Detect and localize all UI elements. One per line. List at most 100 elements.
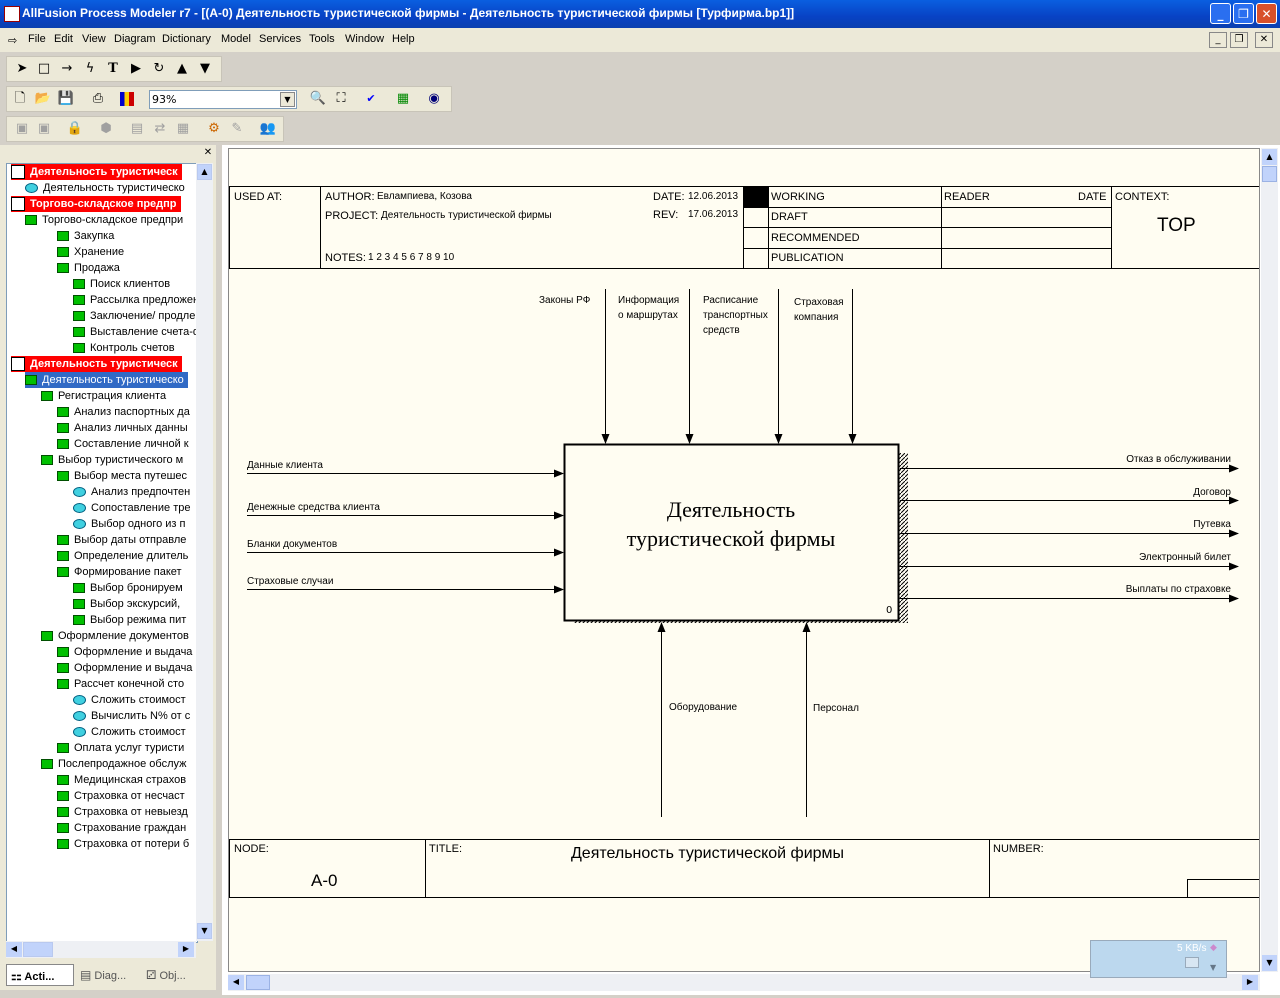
output-label-refusal[interactable]: Отказ в обслуживании bbox=[1126, 454, 1231, 465]
tree-item[interactable]: Выставление счета-ф bbox=[73, 324, 197, 340]
scroll-left-icon[interactable]: ◀ bbox=[6, 942, 22, 957]
minimize-button[interactable]: _ bbox=[1210, 3, 1231, 24]
box-tool-icon[interactable]: □ bbox=[33, 58, 55, 80]
tree-item[interactable]: Страхование граждан bbox=[57, 820, 186, 836]
output-label-insurance-payments[interactable]: Выплаты по страховке bbox=[1126, 584, 1231, 595]
mart-connect-icon[interactable]: ▣ bbox=[11, 118, 33, 140]
mart-people-icon[interactable]: 👥 bbox=[257, 118, 279, 140]
tree-item[interactable]: Деятельность туристическ bbox=[11, 356, 182, 372]
reload-icon[interactable]: ↻ bbox=[148, 58, 170, 80]
tab-objects[interactable]: ⚂ Obj... bbox=[142, 964, 206, 986]
canvas-vertical-thumb[interactable] bbox=[1262, 166, 1277, 182]
tree-item[interactable]: Анализ паспортных да bbox=[57, 404, 190, 420]
tree-item[interactable]: Выбор экскурсий, bbox=[73, 596, 180, 612]
new-file-icon[interactable]: 🗋 bbox=[9, 88, 31, 110]
tree-item[interactable]: Выбор туристического м bbox=[41, 452, 183, 468]
mdi-doc-icon[interactable]: ⇨ bbox=[8, 34, 22, 47]
mart-table-icon[interactable]: ▦ bbox=[172, 118, 194, 140]
input-label-insurance-cases[interactable]: Страховые случаи bbox=[247, 576, 333, 587]
mechanism-label-equipment[interactable]: Оборудование bbox=[669, 702, 737, 713]
zoom-dropdown-icon[interactable]: ▼ bbox=[280, 92, 295, 107]
tab-activities[interactable]: ⚏ Acti... bbox=[6, 964, 74, 986]
tree-item[interactable]: Анализ личных данны bbox=[57, 420, 188, 436]
horizontal-thumb[interactable] bbox=[23, 942, 53, 957]
mart-wrench-icon[interactable]: ✎ bbox=[226, 118, 248, 140]
lock-icon[interactable]: 🔒 bbox=[64, 118, 86, 140]
pointer-tool-icon[interactable]: ➤ bbox=[11, 58, 33, 80]
canvas-scroll-left-icon[interactable]: ◀ bbox=[228, 975, 244, 990]
menu-view[interactable]: View bbox=[82, 33, 106, 45]
tree-item[interactable]: Деятельность туристическо bbox=[25, 372, 188, 388]
output-label-contract[interactable]: Договор bbox=[1193, 487, 1231, 498]
spell-check-icon[interactable]: ✔ bbox=[360, 88, 382, 110]
mdi-restore-button[interactable]: ❐ bbox=[1230, 32, 1248, 48]
canvas-scroll-right-icon[interactable]: ▶ bbox=[1242, 975, 1258, 990]
tree-item[interactable]: Заключение/ продлен bbox=[73, 308, 197, 324]
mechanism-label-staff[interactable]: Персонал bbox=[813, 703, 859, 714]
tree-item[interactable]: Выбор даты отправле bbox=[57, 532, 186, 548]
zoom-fit-icon[interactable]: ⛶ bbox=[330, 88, 352, 110]
text-tool-icon[interactable]: T bbox=[102, 58, 124, 80]
tree-item[interactable]: Хранение bbox=[57, 244, 124, 260]
tree-item[interactable]: Выбор одного из п bbox=[73, 516, 185, 532]
control-label-routes[interactable]: Информация о маршрутах bbox=[618, 293, 679, 323]
close-button[interactable]: ✕ bbox=[1256, 3, 1277, 24]
tree-item[interactable]: Сложить стоимост bbox=[73, 724, 186, 740]
menu-services[interactable]: Services bbox=[259, 33, 301, 45]
tree-item[interactable]: Страховка от потери б bbox=[57, 836, 189, 852]
canvas-vertical-scrollbar[interactable]: ▲ ▼ bbox=[1261, 148, 1278, 972]
tab-diagrams[interactable]: ▤ Diag... bbox=[76, 964, 140, 986]
tree-item[interactable]: Рассылка предложени bbox=[73, 292, 197, 308]
network-monitor-widget[interactable]: 5 KB/s ◆ ▼ bbox=[1090, 940, 1227, 978]
tree-item[interactable]: Страховка от несчаст bbox=[57, 788, 185, 804]
control-label-schedule[interactable]: Расписание транспортных средств bbox=[703, 293, 768, 338]
tree-item[interactable]: Медицинская страхов bbox=[57, 772, 186, 788]
tree-item[interactable]: Послепродажное обслуж bbox=[41, 756, 186, 772]
scroll-down-icon[interactable]: ▼ bbox=[197, 923, 212, 939]
tree-item[interactable]: Деятельность туристическо bbox=[25, 180, 185, 196]
control-label-insurance[interactable]: Страховая компания bbox=[794, 295, 844, 325]
tree-horizontal-scrollbar[interactable]: ◀ ▶ bbox=[6, 941, 196, 958]
output-label-voucher[interactable]: Путевка bbox=[1193, 519, 1231, 530]
mart-model-icon[interactable]: ⬢ bbox=[95, 118, 117, 140]
scroll-right-icon[interactable]: ▶ bbox=[178, 942, 194, 957]
menu-help[interactable]: Help bbox=[392, 33, 415, 45]
control-label-laws[interactable]: Законы РФ bbox=[539, 295, 590, 306]
go-to-parent-icon[interactable]: ▲ bbox=[171, 58, 193, 80]
tree-item[interactable]: Закупка bbox=[57, 228, 114, 244]
network-dropdown-icon[interactable]: ▼ bbox=[1210, 963, 1216, 972]
activity-box-title[interactable]: Деятельность туристической фирмы bbox=[565, 495, 897, 553]
tree-item[interactable]: Оплата услуг туристи bbox=[57, 740, 184, 756]
zoom-select[interactable]: 93% ▼ bbox=[149, 90, 297, 109]
tree-item[interactable]: Контроль счетов bbox=[73, 340, 175, 356]
save-icon[interactable]: 💾 bbox=[55, 88, 77, 110]
maximize-button[interactable]: ❐ bbox=[1233, 3, 1254, 24]
mart-library-icon[interactable]: ▤ bbox=[126, 118, 148, 140]
navigator-icon[interactable]: ◉ bbox=[423, 88, 445, 110]
tree-item[interactable]: Сопоставление тре bbox=[73, 500, 190, 516]
tree-item[interactable]: Страховка от невыезд bbox=[57, 804, 188, 820]
tree-item[interactable]: Рассчет конечной сто bbox=[57, 676, 184, 692]
menu-dictionary[interactable]: Dictionary bbox=[162, 33, 211, 45]
go-to-child-icon[interactable]: ▶ bbox=[125, 58, 147, 80]
tree-item[interactable]: Вычислить N% от с bbox=[73, 708, 190, 724]
input-label-client-money[interactable]: Денежные средства клиента bbox=[247, 502, 380, 513]
canvas-scroll-up-icon[interactable]: ▲ bbox=[1262, 149, 1277, 165]
tree-item[interactable]: Формирование пакет bbox=[57, 564, 182, 580]
mart-merge-icon[interactable]: ⇄ bbox=[149, 118, 171, 140]
tree-item[interactable]: Выбор режима пит bbox=[73, 612, 186, 628]
tree-item[interactable]: Выбор места путешес bbox=[57, 468, 187, 484]
tree-item[interactable]: Составление личной к bbox=[57, 436, 189, 452]
menu-edit[interactable]: Edit bbox=[54, 33, 73, 45]
model-explorer-icon[interactable]: ▦ bbox=[392, 88, 414, 110]
tree-item[interactable]: Анализ предпочтен bbox=[73, 484, 190, 500]
tree-vertical-scrollbar[interactable]: ▲ ▼ bbox=[196, 163, 213, 941]
menu-model[interactable]: Model bbox=[221, 33, 251, 45]
tree-item[interactable]: Торгово-складское предпр bbox=[11, 196, 181, 212]
canvas-horizontal-thumb[interactable] bbox=[246, 975, 270, 990]
mart-users-icon[interactable]: ⚙ bbox=[203, 118, 225, 140]
tree-item[interactable]: Торгово-складское предпри bbox=[25, 212, 183, 228]
color-palette-icon[interactable] bbox=[120, 92, 134, 106]
menu-window[interactable]: Window bbox=[345, 33, 384, 45]
tree-item[interactable]: Выбор бронируем bbox=[73, 580, 183, 596]
